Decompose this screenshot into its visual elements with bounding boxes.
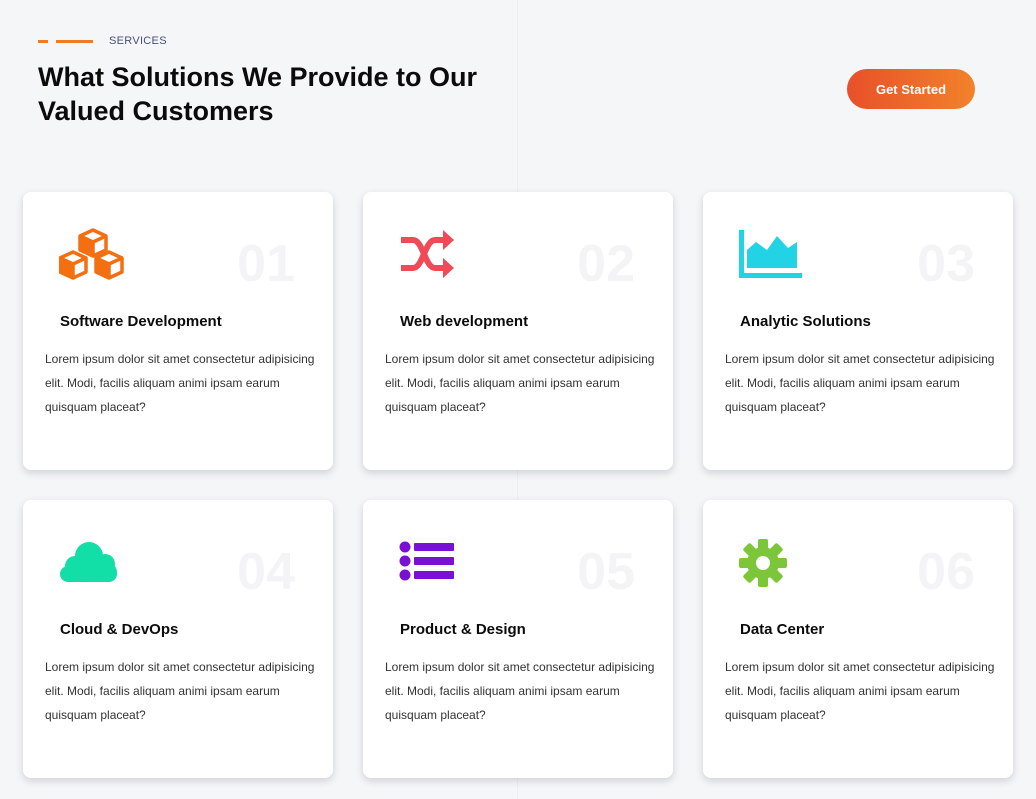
service-card-data-center[interactable]: 06 Data Center Lorem ipsum dolor sit ame… [703,500,1013,778]
list-icon [399,536,465,590]
service-card-cloud-devops[interactable]: 04 Cloud & DevOps Lorem ipsum dolor sit … [23,500,333,778]
card-number: 02 [577,235,635,293]
eyebrow-dash-long [56,39,93,43]
card-title: Cloud & DevOps [60,621,179,638]
card-description: Lorem ipsum dolor sit amet consectetur a… [725,660,995,722]
shuffle-icon [399,228,465,282]
service-card-product-design[interactable]: 05 Product & Design Lorem ipsum dolor si… [363,500,673,778]
card-number: 05 [577,543,635,601]
card-number: 03 [917,235,975,293]
card-number: 04 [237,543,295,601]
service-card-web-development[interactable]: 02 Web development Lorem ipsum dolor sit… [363,192,673,470]
cloud-icon [59,536,125,590]
card-title: Data Center [740,621,825,638]
cubes-icon [58,228,125,282]
card-description: Lorem ipsum dolor sit amet consectetur a… [385,660,655,722]
service-card-analytic-solutions[interactable]: 03 Analytic Solutions Lorem ipsum dolor … [703,192,1013,470]
section-eyebrow: SERVICES [38,35,167,47]
card-number: 06 [917,543,975,601]
eyebrow-label: SERVICES [109,35,167,47]
service-card-software-development[interactable]: 01 Software Development Lorem ipsum dolo… [23,192,333,470]
card-title: Web development [400,313,529,330]
gear-icon [739,536,805,590]
card-title: Software Development [60,313,222,330]
get-started-button[interactable]: Get Started [847,69,975,109]
card-description: Lorem ipsum dolor sit amet consectetur a… [45,660,315,722]
eyebrow-dash-short [38,39,48,43]
card-number: 01 [237,235,295,293]
page-title: What Solutions We Provide to Our Valued … [38,62,478,126]
card-title: Analytic Solutions [740,313,871,330]
card-title: Product & Design [400,621,526,638]
card-description: Lorem ipsum dolor sit amet consectetur a… [385,352,655,414]
card-description: Lorem ipsum dolor sit amet consectetur a… [725,352,995,414]
area-chart-icon [739,228,805,282]
card-description: Lorem ipsum dolor sit amet consectetur a… [45,352,315,414]
